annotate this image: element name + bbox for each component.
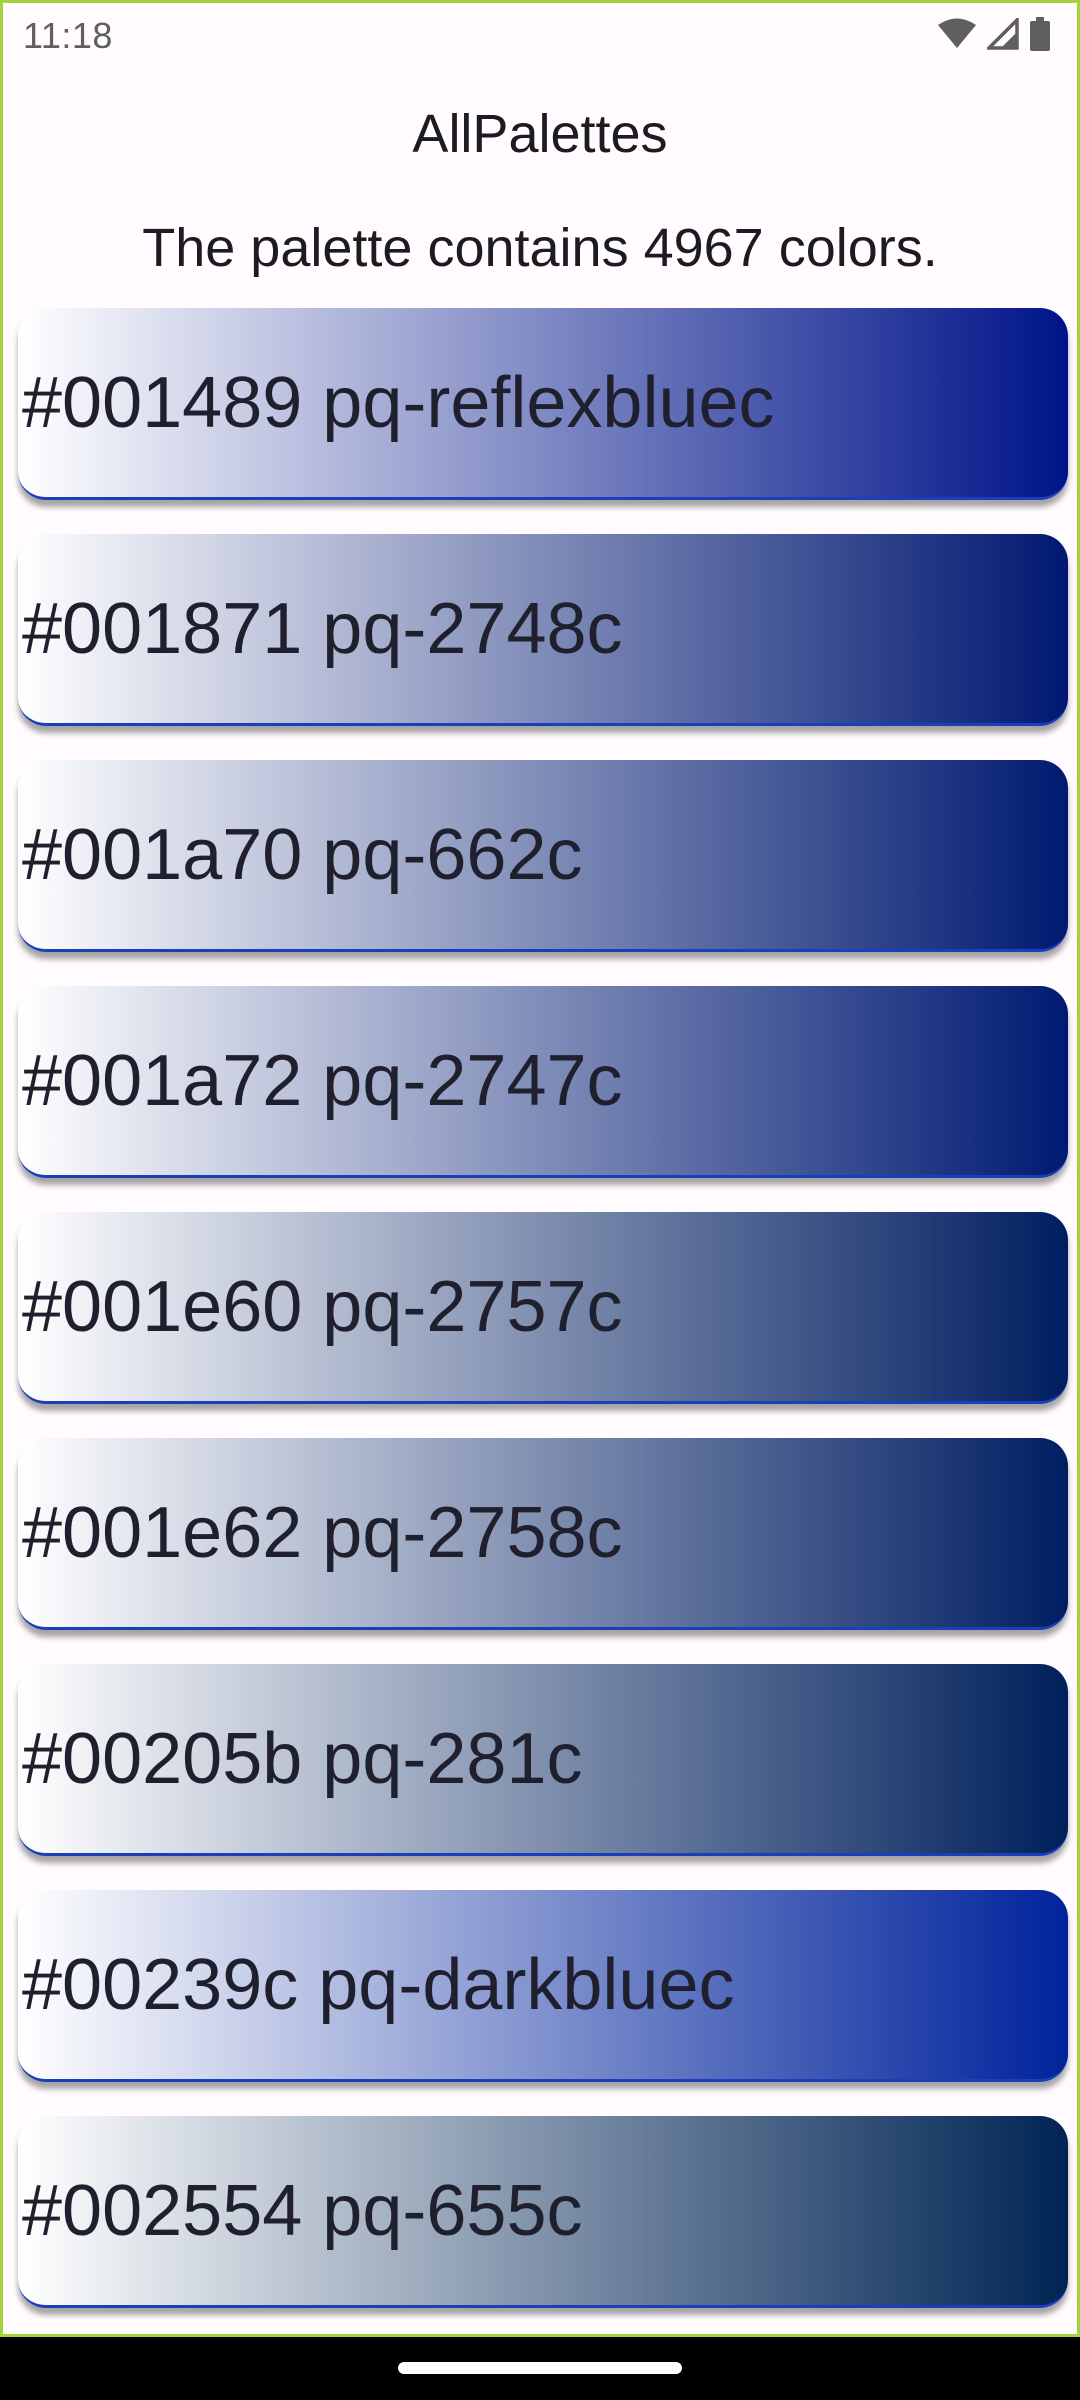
battery-icon — [1029, 17, 1051, 56]
color-card-label: #001e62 pq-2758c — [22, 1492, 623, 1573]
home-gesture-handle[interactable] — [398, 2362, 682, 2374]
color-card-label: #001871 pq-2748c — [22, 588, 623, 669]
color-card[interactable]: #001871 pq-2748c — [18, 534, 1068, 726]
page-title: AllPalettes — [412, 104, 668, 164]
color-card[interactable]: #001a70 pq-662c — [18, 760, 1068, 952]
color-card-label: #001489 pq-reflexbluec — [22, 362, 775, 443]
color-list[interactable]: #001489 pq-reflexbluec #001871 pq-2748c #0… — [18, 308, 1068, 2334]
color-card[interactable]: #00239c pq-darkbluec — [18, 1890, 1068, 2082]
color-card[interactable]: #00205b pq-281c — [18, 1664, 1068, 1856]
color-card-label: #00205b pq-281c — [22, 1718, 583, 1799]
color-card[interactable]: #001a72 pq-2747c — [18, 986, 1068, 1178]
color-card-label: #001e60 pq-2757c — [22, 1266, 623, 1347]
palette-count-text: The palette contains 4967 colors. — [142, 218, 938, 278]
color-card[interactable]: #001e60 pq-2757c — [18, 1212, 1068, 1404]
color-card[interactable]: #001489 pq-reflexbluec — [18, 308, 1068, 500]
color-card[interactable]: #001e62 pq-2758c — [18, 1438, 1068, 1630]
status-icons — [937, 15, 1051, 56]
status-time: 11:18 — [23, 15, 113, 56]
color-card-label: #002554 pq-655c — [22, 2170, 583, 2251]
color-card-label: #001a72 pq-2747c — [22, 1040, 623, 1121]
color-card-label: #001a70 pq-662c — [22, 814, 583, 895]
color-card-label: #00239c pq-darkbluec — [22, 1944, 735, 2025]
app-screen: 11:18 AllPalettes The palette contains 4… — [0, 0, 1080, 2337]
wifi-icon — [937, 18, 977, 55]
signal-icon — [984, 15, 1019, 55]
color-card[interactable]: #002554 pq-655c — [18, 2116, 1068, 2308]
status-bar: 11:18 — [3, 3, 1077, 65]
